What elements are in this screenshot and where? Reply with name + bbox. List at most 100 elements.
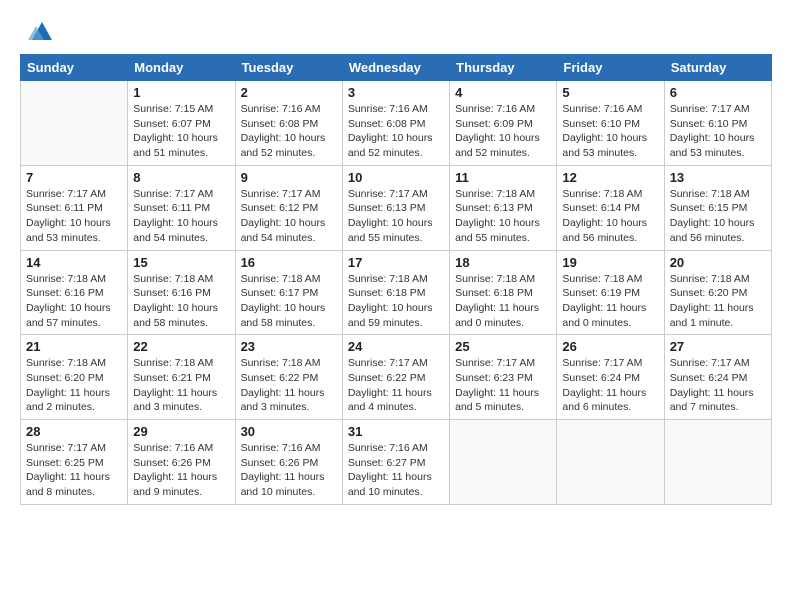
day-number: 2 xyxy=(241,85,337,100)
calendar-cell: 23 Sunrise: 7:18 AM Sunset: 6:22 PM Dayli… xyxy=(235,335,342,420)
day-info: Sunrise: 7:17 AM Sunset: 6:11 PM Dayligh… xyxy=(26,187,122,246)
calendar-cell: 18 Sunrise: 7:18 AM Sunset: 6:18 PM Dayli… xyxy=(450,250,557,335)
week-row-5: 28 Sunrise: 7:17 AM Sunset: 6:25 PM Dayli… xyxy=(21,420,772,505)
calendar-cell: 24 Sunrise: 7:17 AM Sunset: 6:22 PM Dayli… xyxy=(342,335,449,420)
day-info: Sunrise: 7:18 AM Sunset: 6:20 PM Dayligh… xyxy=(670,272,766,331)
calendar-cell xyxy=(557,420,664,505)
day-info: Sunrise: 7:17 AM Sunset: 6:24 PM Dayligh… xyxy=(562,356,658,415)
day-number: 7 xyxy=(26,170,122,185)
calendar-cell xyxy=(21,81,128,166)
week-row-2: 7 Sunrise: 7:17 AM Sunset: 6:11 PM Daylig… xyxy=(21,165,772,250)
calendar-cell: 29Sunrise: 7:16 AM Sunset: 6:26 PM Dayli… xyxy=(128,420,235,505)
day-number: 21 xyxy=(26,339,122,354)
logo xyxy=(20,18,54,46)
day-number: 18 xyxy=(455,255,551,270)
header xyxy=(20,18,772,46)
week-row-4: 21Sunrise: 7:18 AM Sunset: 6:20 PM Dayli… xyxy=(21,335,772,420)
day-number: 17 xyxy=(348,255,444,270)
day-number: 12 xyxy=(562,170,658,185)
calendar-cell: 25 Sunrise: 7:17 AM Sunset: 6:23 PM Dayli… xyxy=(450,335,557,420)
calendar-cell: 30Sunrise: 7:16 AM Sunset: 6:26 PM Dayli… xyxy=(235,420,342,505)
day-number: 16 xyxy=(241,255,337,270)
day-info: Sunrise: 7:15 AM Sunset: 6:07 PM Dayligh… xyxy=(133,102,229,161)
day-number: 23 xyxy=(241,339,337,354)
day-info: Sunrise: 7:18 AM Sunset: 6:18 PM Dayligh… xyxy=(348,272,444,331)
day-number: 25 xyxy=(455,339,551,354)
calendar-cell: 31 Sunrise: 7:16 AM Sunset: 6:27 PM Dayli… xyxy=(342,420,449,505)
day-number: 28 xyxy=(26,424,122,439)
day-info: Sunrise: 7:16 AM Sunset: 6:27 PM Dayligh… xyxy=(348,441,444,500)
day-number: 1 xyxy=(133,85,229,100)
calendar-cell: 4Sunrise: 7:16 AM Sunset: 6:09 PM Daylig… xyxy=(450,81,557,166)
day-info: Sunrise: 7:17 AM Sunset: 6:12 PM Dayligh… xyxy=(241,187,337,246)
logo-icon xyxy=(26,18,54,46)
day-info: Sunrise: 7:18 AM Sunset: 6:17 PM Dayligh… xyxy=(241,272,337,331)
day-info: Sunrise: 7:16 AM Sunset: 6:10 PM Dayligh… xyxy=(562,102,658,161)
day-number: 4 xyxy=(455,85,551,100)
day-info: Sunrise: 7:17 AM Sunset: 6:25 PM Dayligh… xyxy=(26,441,122,500)
col-header-thursday: Thursday xyxy=(450,55,557,81)
day-info: Sunrise: 7:16 AM Sunset: 6:08 PM Dayligh… xyxy=(348,102,444,161)
calendar-cell: 8 Sunrise: 7:17 AM Sunset: 6:11 PM Daylig… xyxy=(128,165,235,250)
day-info: Sunrise: 7:17 AM Sunset: 6:11 PM Dayligh… xyxy=(133,187,229,246)
calendar-cell: 3 Sunrise: 7:16 AM Sunset: 6:08 PM Daylig… xyxy=(342,81,449,166)
day-number: 27 xyxy=(670,339,766,354)
week-row-3: 14 Sunrise: 7:18 AM Sunset: 6:16 PM Dayli… xyxy=(21,250,772,335)
day-info: Sunrise: 7:17 AM Sunset: 6:23 PM Dayligh… xyxy=(455,356,551,415)
day-info: Sunrise: 7:16 AM Sunset: 6:08 PM Dayligh… xyxy=(241,102,337,161)
calendar-cell: 16 Sunrise: 7:18 AM Sunset: 6:17 PM Dayli… xyxy=(235,250,342,335)
day-number: 11 xyxy=(455,170,551,185)
day-info: Sunrise: 7:18 AM Sunset: 6:13 PM Dayligh… xyxy=(455,187,551,246)
day-number: 30 xyxy=(241,424,337,439)
day-number: 24 xyxy=(348,339,444,354)
calendar-cell: 11 Sunrise: 7:18 AM Sunset: 6:13 PM Dayli… xyxy=(450,165,557,250)
day-info: Sunrise: 7:18 AM Sunset: 6:16 PM Dayligh… xyxy=(133,272,229,331)
calendar-cell: 26 Sunrise: 7:17 AM Sunset: 6:24 PM Dayli… xyxy=(557,335,664,420)
day-info: Sunrise: 7:17 AM Sunset: 6:22 PM Dayligh… xyxy=(348,356,444,415)
calendar-cell: 12 Sunrise: 7:18 AM Sunset: 6:14 PM Dayli… xyxy=(557,165,664,250)
col-header-friday: Friday xyxy=(557,55,664,81)
day-info: Sunrise: 7:18 AM Sunset: 6:19 PM Dayligh… xyxy=(562,272,658,331)
calendar-cell: 1 Sunrise: 7:15 AM Sunset: 6:07 PM Daylig… xyxy=(128,81,235,166)
day-number: 8 xyxy=(133,170,229,185)
day-info: Sunrise: 7:18 AM Sunset: 6:22 PM Dayligh… xyxy=(241,356,337,415)
calendar-cell xyxy=(664,420,771,505)
day-number: 3 xyxy=(348,85,444,100)
day-info: Sunrise: 7:17 AM Sunset: 6:10 PM Dayligh… xyxy=(670,102,766,161)
calendar-cell: 6 Sunrise: 7:17 AM Sunset: 6:10 PM Daylig… xyxy=(664,81,771,166)
calendar-cell: 21Sunrise: 7:18 AM Sunset: 6:20 PM Dayli… xyxy=(21,335,128,420)
day-number: 19 xyxy=(562,255,658,270)
day-number: 31 xyxy=(348,424,444,439)
col-header-wednesday: Wednesday xyxy=(342,55,449,81)
calendar-cell: 22Sunrise: 7:18 AM Sunset: 6:21 PM Dayli… xyxy=(128,335,235,420)
calendar-cell: 14Sunrise: 7:18 AM Sunset: 6:16 PM Dayli… xyxy=(21,250,128,335)
day-number: 5 xyxy=(562,85,658,100)
calendar-cell: 5 Sunrise: 7:16 AM Sunset: 6:10 PM Daylig… xyxy=(557,81,664,166)
day-number: 15 xyxy=(133,255,229,270)
calendar-cell: 15 Sunrise: 7:18 AM Sunset: 6:16 PM Dayli… xyxy=(128,250,235,335)
calendar-cell: 2 Sunrise: 7:16 AM Sunset: 6:08 PM Daylig… xyxy=(235,81,342,166)
day-number: 14 xyxy=(26,255,122,270)
col-header-tuesday: Tuesday xyxy=(235,55,342,81)
header-row: SundayMondayTuesdayWednesdayThursdayFrid… xyxy=(21,55,772,81)
day-number: 26 xyxy=(562,339,658,354)
day-number: 6 xyxy=(670,85,766,100)
day-info: Sunrise: 7:18 AM Sunset: 6:14 PM Dayligh… xyxy=(562,187,658,246)
calendar-cell: 28 Sunrise: 7:17 AM Sunset: 6:25 PM Dayli… xyxy=(21,420,128,505)
day-info: Sunrise: 7:18 AM Sunset: 6:15 PM Dayligh… xyxy=(670,187,766,246)
calendar-cell: 7 Sunrise: 7:17 AM Sunset: 6:11 PM Daylig… xyxy=(21,165,128,250)
day-info: Sunrise: 7:17 AM Sunset: 6:24 PM Dayligh… xyxy=(670,356,766,415)
calendar-cell: 9Sunrise: 7:17 AM Sunset: 6:12 PM Daylig… xyxy=(235,165,342,250)
day-number: 20 xyxy=(670,255,766,270)
calendar-cell xyxy=(450,420,557,505)
calendar-cell: 17 Sunrise: 7:18 AM Sunset: 6:18 PM Dayli… xyxy=(342,250,449,335)
calendar-table: SundayMondayTuesdayWednesdayThursdayFrid… xyxy=(20,54,772,505)
day-info: Sunrise: 7:16 AM Sunset: 6:26 PM Dayligh… xyxy=(133,441,229,500)
day-info: Sunrise: 7:18 AM Sunset: 6:18 PM Dayligh… xyxy=(455,272,551,331)
calendar-cell: 10Sunrise: 7:17 AM Sunset: 6:13 PM Dayli… xyxy=(342,165,449,250)
col-header-monday: Monday xyxy=(128,55,235,81)
col-header-saturday: Saturday xyxy=(664,55,771,81)
calendar-cell: 20 Sunrise: 7:18 AM Sunset: 6:20 PM Dayli… xyxy=(664,250,771,335)
day-number: 10 xyxy=(348,170,444,185)
day-info: Sunrise: 7:18 AM Sunset: 6:21 PM Dayligh… xyxy=(133,356,229,415)
